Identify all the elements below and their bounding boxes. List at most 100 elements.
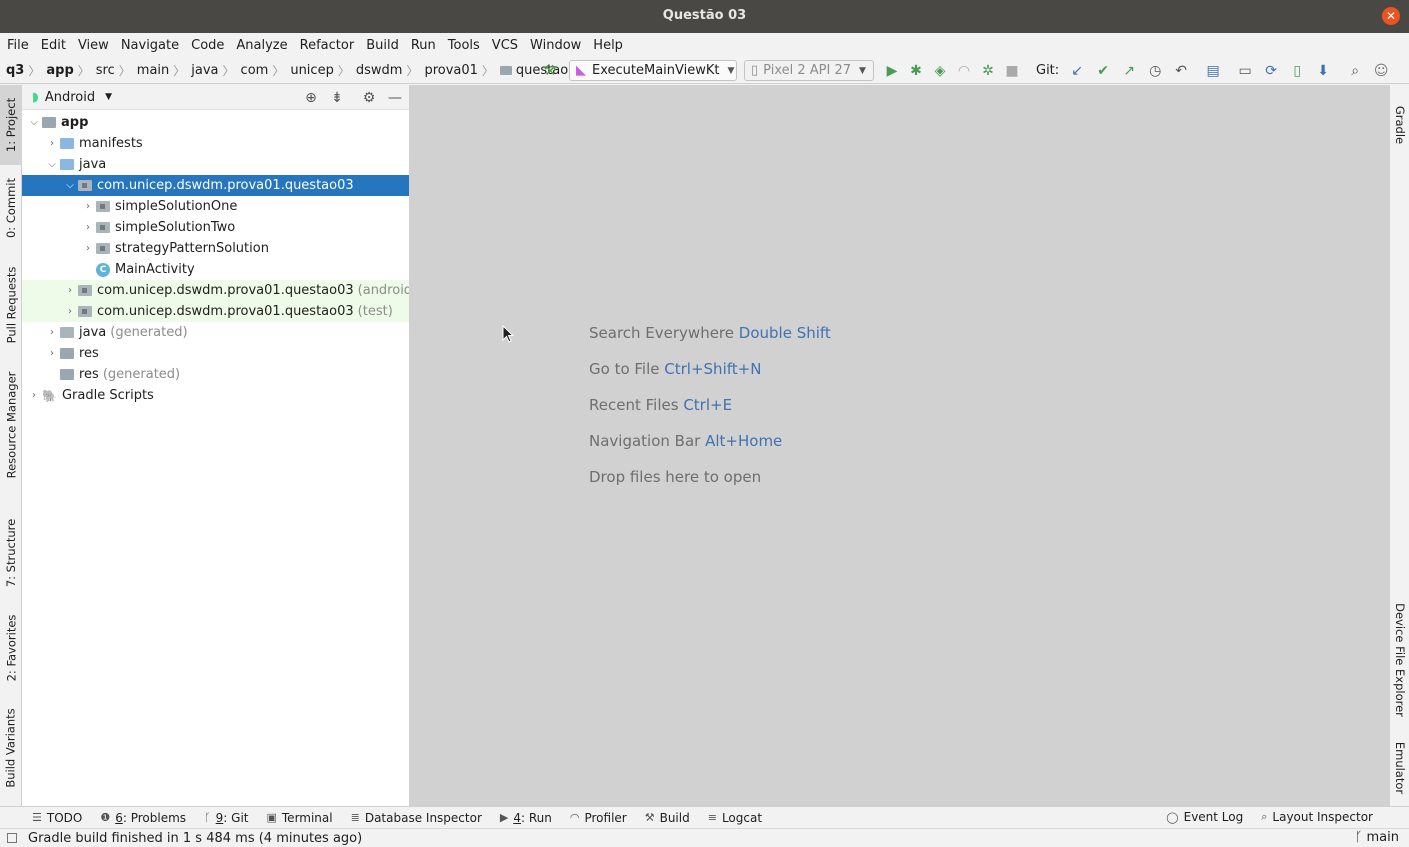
gear-icon[interactable]: ⚙ bbox=[359, 88, 379, 108]
tab-project[interactable]: 1: Project bbox=[0, 85, 22, 165]
project-view-select[interactable]: Android bbox=[45, 90, 95, 105]
chevron-right-icon[interactable]: › bbox=[80, 222, 96, 233]
tree-item-simple-solution-two[interactable]: › simpleSolutionTwo bbox=[22, 217, 409, 238]
breadcrumb-item[interactable]: main bbox=[137, 63, 169, 78]
chevron-right-icon[interactable]: › bbox=[62, 285, 78, 296]
git-push-icon[interactable]: ↗ bbox=[1119, 61, 1139, 81]
tab-favorites[interactable]: 2: Favorites bbox=[0, 605, 22, 690]
profile-icon[interactable]: ◠ bbox=[954, 61, 974, 81]
chevron-down-icon[interactable]: ⌵ bbox=[44, 159, 60, 170]
chevron-right-icon[interactable]: › bbox=[44, 348, 60, 359]
close-window-button[interactable]: ✕ bbox=[1382, 7, 1400, 25]
breadcrumb-item[interactable]: unicep bbox=[290, 63, 334, 78]
tab-build[interactable]: ⚒ Build bbox=[645, 811, 690, 825]
menu-analyze[interactable]: Analyze bbox=[236, 38, 287, 53]
menu-window[interactable]: Window bbox=[530, 38, 581, 53]
chevron-right-icon[interactable]: › bbox=[26, 390, 42, 401]
tree-item-res-generated[interactable]: res (generated) bbox=[22, 364, 409, 385]
menu-view[interactable]: View bbox=[78, 38, 109, 53]
coverage-icon[interactable]: ◈ bbox=[930, 61, 950, 81]
tree-item-package-android-test[interactable]: › com.unicep.dswdm.prova01.questao03 (an… bbox=[22, 280, 409, 301]
chevron-down-icon[interactable]: ⌵ bbox=[62, 180, 78, 191]
breadcrumb-item[interactable]: q3 bbox=[6, 63, 24, 78]
menu-file[interactable]: File bbox=[7, 38, 29, 53]
history-icon[interactable]: ◷ bbox=[1145, 61, 1165, 81]
tree-item-main-activity[interactable]: C MainActivity bbox=[22, 259, 409, 280]
tab-pull-requests[interactable]: Pull Requests bbox=[0, 255, 22, 355]
tab-todo[interactable]: ☰ TODO bbox=[32, 811, 82, 825]
menu-tools[interactable]: Tools bbox=[448, 38, 480, 53]
git-update-icon[interactable]: ↙ bbox=[1067, 61, 1087, 81]
tab-gradle[interactable]: Gradle bbox=[1390, 95, 1409, 155]
breadcrumb-item[interactable]: prova01 bbox=[424, 63, 477, 78]
device-select[interactable]: ▯ Pixel 2 API 27 ▼ bbox=[744, 60, 874, 81]
tab-resource-manager[interactable]: Resource Manager bbox=[0, 365, 22, 485]
chevron-right-icon[interactable]: › bbox=[80, 201, 96, 212]
minimize-icon[interactable]: — bbox=[385, 88, 405, 108]
attach-debugger-icon[interactable]: ✲ bbox=[978, 61, 998, 81]
breadcrumb-item[interactable]: app bbox=[46, 63, 73, 78]
menu-navigate[interactable]: Navigate bbox=[121, 38, 179, 53]
avd-manager-icon[interactable]: ▭ bbox=[1235, 61, 1255, 81]
chevron-right-icon[interactable]: › bbox=[80, 243, 96, 254]
tree-item-manifests[interactable]: › manifests bbox=[22, 133, 409, 154]
tab-commit[interactable]: 0: Commit bbox=[0, 170, 22, 245]
device-manager-icon[interactable]: ▯ bbox=[1287, 61, 1307, 81]
tab-logcat[interactable]: ≡ Logcat bbox=[708, 811, 762, 825]
tree-item-java-generated[interactable]: › java (generated) bbox=[22, 322, 409, 343]
tab-device-file-explorer[interactable]: Device File Explorer bbox=[1390, 600, 1409, 720]
tab-layout-inspector[interactable]: ⌕ Layout Inspector bbox=[1261, 810, 1373, 824]
breadcrumb-item[interactable]: dswdm bbox=[356, 63, 403, 78]
account-icon[interactable]: ☺ bbox=[1371, 61, 1391, 81]
hammer-icon[interactable]: ⚒ bbox=[540, 61, 560, 81]
collapse-all-icon[interactable]: ⇟ bbox=[327, 88, 347, 108]
breadcrumb-item[interactable]: src bbox=[96, 63, 115, 78]
rollback-icon[interactable]: ↶ bbox=[1171, 61, 1191, 81]
breadcrumb-item[interactable]: com bbox=[241, 63, 269, 78]
project-structure-icon[interactable]: ▤ bbox=[1203, 61, 1223, 81]
tree-item-gradle-scripts[interactable]: › 🐘 Gradle Scripts bbox=[22, 385, 409, 406]
git-branch-widget[interactable]: ᚴ main bbox=[1355, 830, 1399, 845]
run-configuration-select[interactable]: ◣ ExecuteMainViewKt ▼ bbox=[569, 60, 737, 81]
tab-terminal[interactable]: ▣ Terminal bbox=[266, 811, 332, 825]
menu-code[interactable]: Code bbox=[191, 38, 224, 53]
stop-icon[interactable]: ■ bbox=[1002, 61, 1022, 81]
tab-run[interactable]: ▶ 4: Run bbox=[500, 811, 552, 825]
locate-icon[interactable]: ⊕ bbox=[301, 88, 321, 108]
menu-refactor[interactable]: Refactor bbox=[300, 38, 355, 53]
run-icon[interactable]: ▶ bbox=[882, 61, 902, 81]
breadcrumb-item[interactable]: java bbox=[191, 63, 218, 78]
editor-area[interactable]: Search Everywhere Double Shift Go to Fil… bbox=[410, 85, 1390, 806]
tab-database-inspector[interactable]: ≣ Database Inspector bbox=[351, 811, 482, 825]
tab-event-log[interactable]: ◯ Event Log bbox=[1166, 810, 1243, 824]
tab-build-variants[interactable]: Build Variants bbox=[0, 700, 22, 795]
tab-profiler[interactable]: ◠ Profiler bbox=[570, 811, 627, 825]
menu-help[interactable]: Help bbox=[593, 38, 623, 53]
tree-item-package-main[interactable]: ⌵ com.unicep.dswdm.prova01.questao03 bbox=[22, 175, 409, 196]
tool-windows-toggle-icon[interactable] bbox=[7, 833, 17, 843]
sdk-manager-icon[interactable]: ⬇ bbox=[1313, 61, 1333, 81]
tree-item-app[interactable]: ⌵ app bbox=[22, 112, 409, 133]
tree-item-java[interactable]: ⌵ java bbox=[22, 154, 409, 175]
tree-item-simple-solution-one[interactable]: › simpleSolutionOne bbox=[22, 196, 409, 217]
gradle-sync-icon[interactable]: ⟳ bbox=[1261, 61, 1281, 81]
tree-item-res[interactable]: › res bbox=[22, 343, 409, 364]
git-commit-icon[interactable]: ✔ bbox=[1093, 61, 1113, 81]
status-message[interactable]: Gradle build finished in 1 s 484 ms (4 m… bbox=[28, 831, 362, 846]
chevron-right-icon[interactable]: › bbox=[44, 327, 60, 338]
menu-vcs[interactable]: VCS bbox=[492, 38, 518, 53]
tree-item-package-test[interactable]: › com.unicep.dswdm.prova01.questao03 (te… bbox=[22, 301, 409, 322]
chevron-right-icon[interactable]: › bbox=[62, 306, 78, 317]
tab-emulator[interactable]: Emulator bbox=[1390, 735, 1409, 800]
debug-icon[interactable]: ✱ bbox=[906, 61, 926, 81]
chevron-down-icon[interactable]: ⌵ bbox=[26, 117, 42, 128]
tab-problems[interactable]: ❶6: Problems bbox=[100, 811, 186, 825]
chevron-right-icon[interactable]: › bbox=[44, 138, 60, 149]
chevron-down-icon[interactable]: ▼ bbox=[105, 92, 112, 102]
menu-build[interactable]: Build bbox=[366, 38, 399, 53]
menu-edit[interactable]: Edit bbox=[41, 38, 66, 53]
search-icon[interactable]: ⌕ bbox=[1345, 61, 1365, 81]
menu-run[interactable]: Run bbox=[411, 38, 436, 53]
tree-item-strategy-pattern-solution[interactable]: › strategyPatternSolution bbox=[22, 238, 409, 259]
tab-structure[interactable]: 7: Structure bbox=[0, 510, 22, 595]
